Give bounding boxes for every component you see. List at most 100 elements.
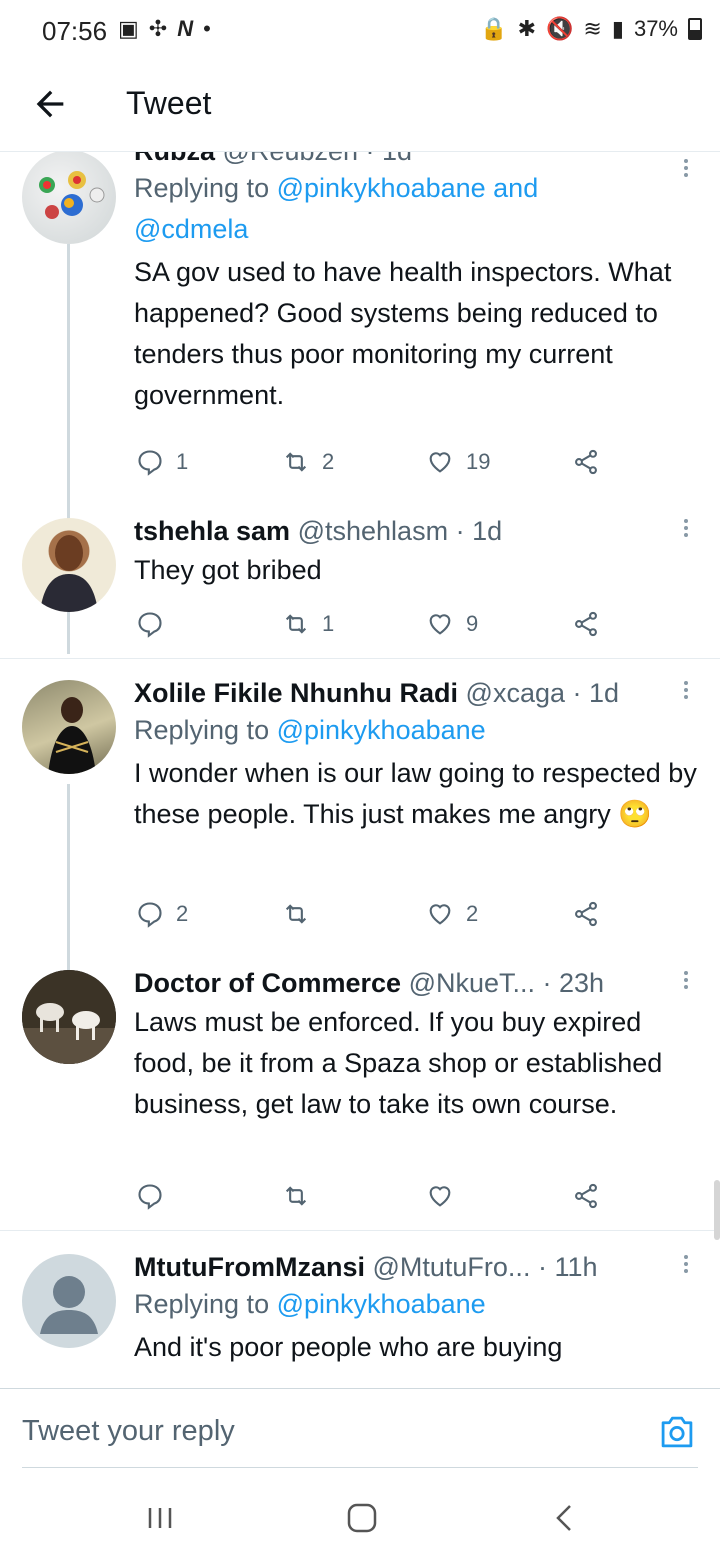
author-handle[interactable]: @xcaga: [466, 678, 565, 708]
scrollbar[interactable]: [714, 1180, 720, 1240]
author-name[interactable]: tshehla sam: [134, 516, 290, 546]
app-bar: Tweet: [0, 60, 720, 152]
wifi-icon: ≋: [583, 16, 602, 41]
more-options-icon[interactable]: [682, 968, 690, 994]
like-count: 2: [466, 901, 479, 926]
reply-button[interactable]: [136, 1178, 176, 1214]
back-icon[interactable]: [544, 1500, 584, 1536]
author-name[interactable]: Doctor of Commerce: [134, 968, 401, 998]
mention-link[interactable]: @pinkykhoabane: [277, 1289, 486, 1319]
default-avatar-icon: [40, 1276, 98, 1334]
divider: [0, 1230, 720, 1231]
mention-link[interactable]: @pinkykhoabane and: [277, 173, 539, 203]
status-bar: 07:56 ▣ ✣ N • 🔒 ✱ 🔇 ≋ ▮ 37%: [0, 0, 720, 60]
retweet-icon: [285, 1186, 307, 1206]
heart-icon: [429, 452, 451, 473]
marbles-icon: [39, 171, 105, 219]
n-icon: N: [177, 16, 194, 41]
tweet-text: They got bribed: [134, 555, 322, 585]
retweet-icon: [285, 452, 307, 472]
divider: [22, 1467, 698, 1468]
like-count: 9: [466, 611, 479, 636]
reply-button[interactable]: 1: [136, 444, 188, 480]
tweet-text: SA gov used to have health inspectors. W…: [134, 257, 672, 410]
avatar[interactable]: [22, 1254, 116, 1348]
more-options-icon[interactable]: [682, 1252, 690, 1278]
replying-to: Replying to @pinkykhoabane: [134, 1289, 486, 1319]
avatar[interactable]: [22, 970, 116, 1064]
back-arrow-icon[interactable]: [30, 84, 70, 124]
tweet-feed[interactable]: Rubza @Reubzen · 1d Replying to @pinkykh…: [0, 152, 720, 1388]
share-button[interactable]: [572, 896, 600, 932]
tweet-text: I wonder when is our law going to respec…: [134, 758, 697, 829]
reply-icon: [138, 612, 162, 638]
avatar[interactable]: [22, 518, 116, 612]
author-handle[interactable]: @MtutuFro...: [373, 1252, 531, 1282]
author-name[interactable]: Rubza: [134, 152, 215, 166]
dot-icon: •: [203, 16, 211, 41]
share-icon: [575, 901, 597, 927]
battery-percent: 37%: [633, 16, 678, 41]
author-name[interactable]: MtutuFromMzansi: [134, 1252, 365, 1282]
reply-button[interactable]: [136, 606, 176, 642]
signal-icon: ▮: [611, 16, 624, 41]
reply-icon: [138, 902, 162, 928]
tweet-time: · 1d: [366, 152, 413, 166]
more-options-icon[interactable]: [682, 678, 690, 704]
like-count: 19: [466, 449, 491, 474]
replying-to: Replying to @pinkykhoabane: [134, 715, 486, 745]
reply-count: 1: [176, 449, 189, 474]
author-handle[interactable]: @NkueT...: [409, 968, 535, 998]
reply-icon: [138, 450, 162, 476]
retweet-button[interactable]: [282, 1178, 322, 1214]
recent-apps-icon[interactable]: [140, 1500, 180, 1536]
retweet-button[interactable]: 1: [282, 606, 334, 642]
like-button[interactable]: 19: [426, 444, 490, 480]
retweet-count: 2: [322, 449, 335, 474]
heart-icon: [429, 614, 451, 635]
avatar[interactable]: [22, 680, 116, 774]
more-options-icon[interactable]: [682, 156, 690, 182]
page-title: Tweet: [126, 85, 212, 121]
like-button[interactable]: [426, 1178, 466, 1214]
retweet-button[interactable]: [282, 896, 322, 932]
tweet-actions: 1 9: [134, 606, 614, 642]
retweet-icon: [285, 904, 307, 924]
tweet-time: · 11h: [537, 1252, 598, 1282]
author-name[interactable]: Xolile Fikile Nhunhu Radi: [134, 678, 458, 708]
mute-icon: 🔇: [546, 16, 574, 41]
tweet-actions: [134, 1178, 614, 1214]
replying-to: Replying to @pinkykhoabane and @cdmela: [134, 173, 539, 244]
system-nav-bar: [0, 1470, 720, 1560]
lock-icon: 🔒: [480, 16, 508, 41]
share-button[interactable]: [572, 606, 600, 642]
like-button[interactable]: 2: [426, 896, 478, 932]
status-time: 07:56: [42, 16, 108, 46]
reply-button[interactable]: 2: [136, 896, 188, 932]
reply-count: 2: [176, 901, 189, 926]
pinwheel-icon: ✣: [148, 16, 168, 41]
person-photo-icon: [48, 697, 96, 774]
share-icon: [575, 611, 597, 637]
gallery-icon: ▣: [118, 16, 139, 41]
reply-icon: [138, 1184, 162, 1210]
author-handle[interactable]: @tshehlasm: [298, 516, 448, 546]
mention-link[interactable]: @cdmela: [134, 214, 248, 244]
goats-photo-icon: [22, 970, 116, 1064]
share-button[interactable]: [572, 444, 600, 480]
camera-icon[interactable]: [658, 1415, 696, 1449]
retweet-button[interactable]: 2: [282, 444, 334, 480]
like-button[interactable]: 9: [426, 606, 478, 642]
tweet-text: And it's poor people who are buying: [134, 1332, 563, 1362]
reply-input[interactable]: Tweet your reply: [22, 1415, 235, 1448]
home-icon[interactable]: [342, 1500, 382, 1536]
mention-link[interactable]: @pinkykhoabane: [277, 715, 486, 745]
avatar[interactable]: [22, 152, 116, 244]
tweet-actions: 1 2 19: [134, 444, 614, 480]
author-handle[interactable]: @Reubzen: [223, 152, 359, 166]
reply-bar: Tweet your reply: [0, 1388, 720, 1468]
share-button[interactable]: [572, 1178, 600, 1214]
retweet-icon: [285, 614, 307, 634]
more-options-icon[interactable]: [682, 516, 690, 542]
battery-icon: [688, 18, 702, 40]
